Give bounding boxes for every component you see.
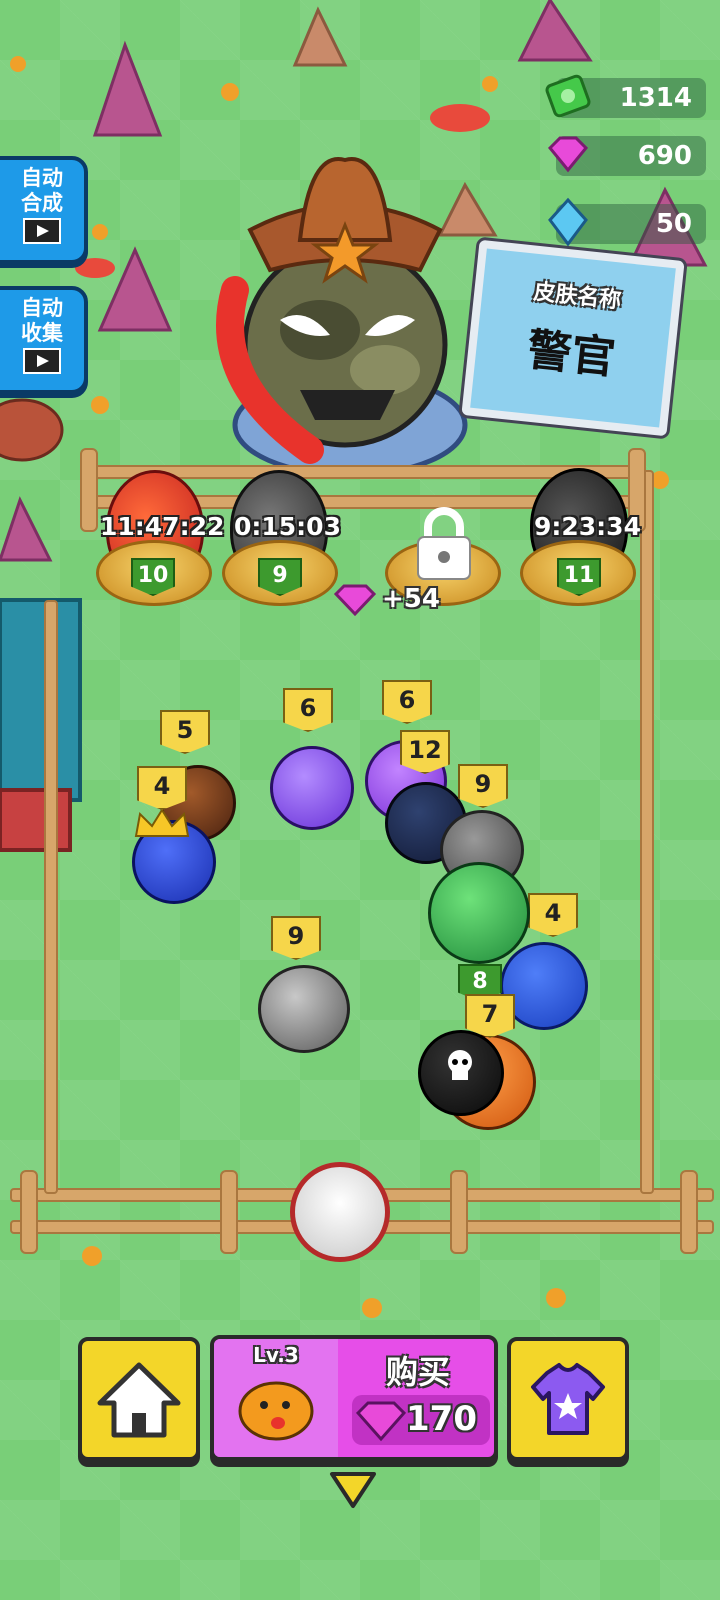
buy-price: 170 [406, 1399, 477, 1439]
gem-value: 690 [637, 141, 692, 171]
crystal-counter: 50 [548, 197, 706, 247]
pine-tree [92, 40, 163, 137]
auto-merge-label: 自动 合成 [21, 166, 63, 215]
pine-tree [292, 6, 348, 67]
gem-icon [355, 1401, 407, 1442]
crystal-icon [548, 197, 588, 247]
film-icon [23, 218, 61, 244]
pine-tree [517, 0, 593, 62]
cash-value: 1314 [619, 83, 692, 113]
buy-label: 购买 [385, 1353, 450, 1391]
boss-creature[interactable] [180, 120, 500, 520]
skull-icon [448, 1050, 472, 1080]
crystal-value: 50 [655, 209, 692, 239]
shirt-icon [531, 1363, 605, 1435]
unlock-reward: +54 [382, 584, 440, 614]
gem-icon [333, 584, 377, 617]
blob-icon [238, 1381, 314, 1441]
crown-icon [134, 808, 190, 837]
film-icon [23, 348, 61, 374]
gem-icon [547, 136, 589, 173]
cash-icon [545, 74, 591, 118]
skins-button[interactable] [507, 1337, 629, 1461]
auto-merge-button[interactable]: 自动 合成 [0, 156, 88, 264]
home-icon [97, 1362, 181, 1438]
spawner[interactable] [290, 1162, 390, 1262]
lock-icon [417, 507, 471, 580]
buy-button[interactable]: Lv.3 购买 170 [210, 1335, 498, 1461]
nest-timer: 0:15:03 [234, 512, 341, 541]
skin-name-sign: 皮肤名称 警官 [461, 239, 685, 437]
auto-collect-label: 自动 收集 [21, 296, 63, 345]
skin-sign-name: 警官 [524, 324, 618, 385]
gem-counter: 690 [547, 136, 706, 176]
pine-tree [0, 496, 53, 562]
down-arrow-icon[interactable] [328, 1468, 378, 1512]
buy-level: Lv.3 [253, 1343, 299, 1367]
home-button[interactable] [78, 1337, 200, 1461]
auto-collect-button[interactable]: 自动 收集 [0, 286, 88, 394]
nest-timer: 11:47:22 [100, 512, 225, 541]
nest-timer: 9:23:34 [534, 512, 641, 541]
cash-counter: 1314 [545, 74, 706, 118]
